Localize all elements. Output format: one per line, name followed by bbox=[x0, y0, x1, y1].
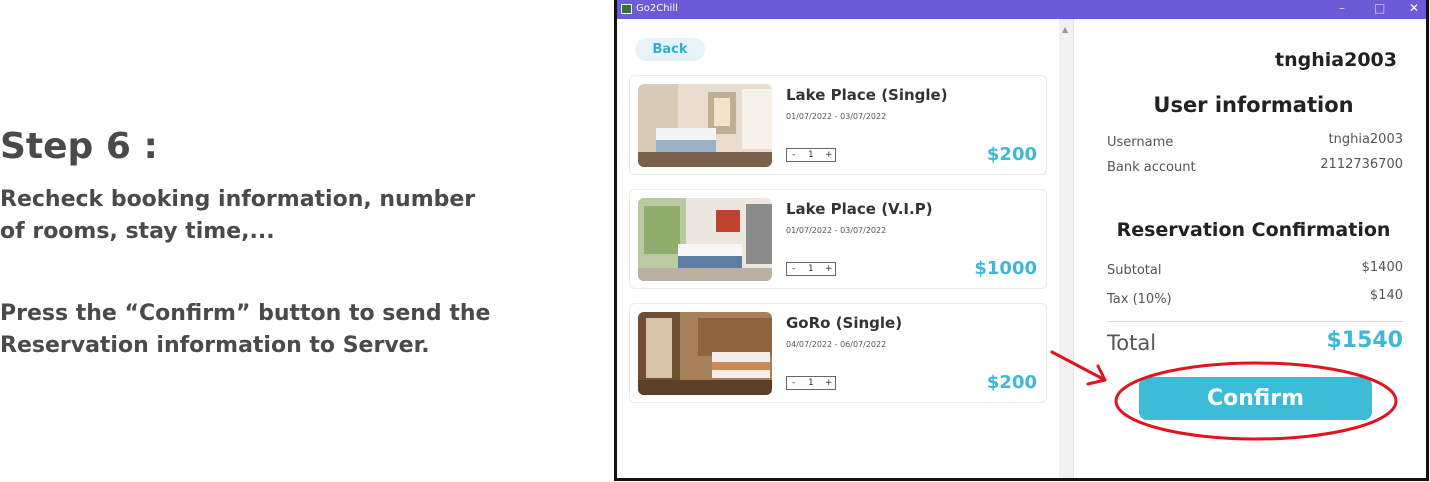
scrollbar[interactable]: ▲ bbox=[1059, 19, 1073, 478]
app-window: Go2Chill – □ ✕ Back Lake Place (Single) … bbox=[614, 0, 1429, 481]
increase-button[interactable]: + bbox=[825, 263, 833, 275]
app-icon bbox=[621, 4, 632, 14]
user-info-title: User information bbox=[1153, 93, 1354, 117]
tax-value: $140 bbox=[1369, 288, 1403, 303]
confirm-button[interactable]: Confirm bbox=[1139, 377, 1372, 420]
quantity-value: 1 bbox=[808, 264, 814, 274]
username-value: tnghia2003 bbox=[1328, 132, 1404, 147]
tax-label: Tax (10%) bbox=[1107, 292, 1172, 307]
decrease-button[interactable]: - bbox=[792, 149, 795, 161]
quantity-value: 1 bbox=[808, 150, 814, 160]
window-title: Go2Chill bbox=[636, 3, 678, 14]
close-icon[interactable]: ✕ bbox=[1409, 1, 1419, 15]
room-card: Lake Place (Single) 01/07/2022 - 03/07/2… bbox=[629, 75, 1047, 175]
instruction-line: Reservation information to Server. bbox=[0, 333, 430, 358]
instruction-line: Press the “Confirm” button to send the bbox=[0, 301, 491, 326]
step-title: Step 6 : bbox=[0, 126, 158, 167]
room-photo bbox=[638, 312, 772, 395]
room-dates: 01/07/2022 - 03/07/2022 bbox=[786, 226, 887, 235]
room-price: $200 bbox=[986, 144, 1037, 165]
bank-account-label: Bank account bbox=[1107, 160, 1196, 175]
total-value: $1540 bbox=[1326, 328, 1403, 353]
total-label: Total bbox=[1107, 331, 1157, 355]
quantity-stepper[interactable]: - 1 + bbox=[786, 262, 836, 276]
divider bbox=[1107, 321, 1403, 322]
room-dates: 04/07/2022 - 06/07/2022 bbox=[786, 340, 887, 349]
room-name: Lake Place (V.I.P) bbox=[786, 200, 933, 218]
room-name: Lake Place (Single) bbox=[786, 86, 948, 104]
room-card: GoRo (Single) 04/07/2022 - 06/07/2022 - … bbox=[629, 303, 1047, 403]
room-card: Lake Place (V.I.P) 01/07/2022 - 03/07/20… bbox=[629, 189, 1047, 289]
summary-panel: tnghia2003 User information Username tng… bbox=[1073, 19, 1426, 478]
room-price: $200 bbox=[986, 372, 1037, 393]
back-button[interactable]: Back bbox=[635, 38, 705, 61]
instruction-line: of rooms, stay time,... bbox=[0, 219, 275, 244]
room-photo bbox=[638, 84, 772, 167]
room-name: GoRo (Single) bbox=[786, 314, 903, 332]
reservation-title: Reservation Confirmation bbox=[1116, 219, 1391, 241]
quantity-stepper[interactable]: - 1 + bbox=[786, 148, 836, 162]
bank-account-value: 2112736700 bbox=[1320, 157, 1403, 172]
decrease-button[interactable]: - bbox=[792, 263, 795, 275]
title-bar: Go2Chill – □ ✕ bbox=[617, 0, 1426, 19]
room-price: $1000 bbox=[974, 258, 1037, 279]
scroll-up-icon[interactable]: ▲ bbox=[1062, 25, 1068, 34]
maximize-icon[interactable]: □ bbox=[1374, 1, 1385, 15]
increase-button[interactable]: + bbox=[825, 149, 833, 161]
subtotal-value: $1400 bbox=[1361, 260, 1403, 275]
decrease-button[interactable]: - bbox=[792, 377, 795, 389]
minimize-icon[interactable]: – bbox=[1339, 1, 1345, 15]
room-photo bbox=[638, 198, 772, 281]
quantity-value: 1 bbox=[808, 378, 814, 388]
header-username: tnghia2003 bbox=[1275, 49, 1397, 71]
username-label: Username bbox=[1107, 135, 1174, 150]
subtotal-label: Subtotal bbox=[1107, 263, 1162, 278]
quantity-stepper[interactable]: - 1 + bbox=[786, 376, 836, 390]
room-dates: 01/07/2022 - 03/07/2022 bbox=[786, 112, 887, 121]
increase-button[interactable]: + bbox=[825, 377, 833, 389]
instruction-line: Recheck booking information, number bbox=[0, 187, 476, 212]
